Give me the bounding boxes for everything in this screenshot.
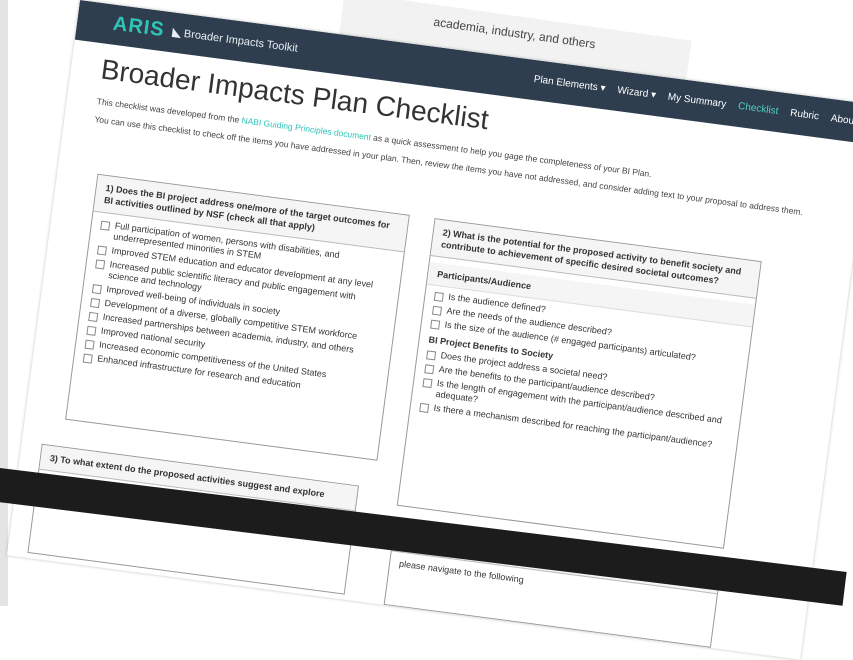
checkbox[interactable]	[100, 220, 111, 231]
checkbox[interactable]	[431, 305, 443, 316]
checkbox[interactable]	[84, 339, 95, 350]
checkbox[interactable]	[422, 378, 433, 389]
checkbox[interactable]	[96, 245, 108, 256]
checkbox[interactable]	[433, 291, 444, 302]
card-societal-benefit: 2) What is the potential for the propose…	[396, 218, 762, 549]
nav-plan-elements[interactable]: Plan Elements ▾	[533, 74, 606, 94]
checkbox[interactable]	[430, 319, 441, 330]
checkbox[interactable]	[91, 284, 102, 295]
checkbox[interactable]	[88, 311, 99, 322]
toolkit-label: Broader Impacts Toolkit	[183, 27, 299, 55]
toolkit-home-link[interactable]: ◣Broader Impacts Toolkit	[172, 25, 299, 54]
fragment-text: academia, industry, and others	[432, 14, 597, 52]
checkbox[interactable]	[424, 364, 435, 375]
nav-links: Plan Elements ▾ Wizard ▾ My Summary Chec…	[533, 74, 853, 127]
nav-my-summary[interactable]: My Summary	[667, 92, 727, 111]
nav-wizard[interactable]: Wizard ▾	[617, 85, 657, 101]
checkbox[interactable]	[90, 298, 101, 309]
checkbox[interactable]	[86, 325, 97, 336]
nav-checklist[interactable]: Checklist	[737, 101, 779, 117]
checkbox[interactable]	[419, 402, 430, 413]
nav-rubric[interactable]: Rubric	[790, 108, 820, 123]
checkbox[interactable]	[426, 350, 437, 361]
card-target-outcomes: 1) Does the BI project address one/more …	[65, 173, 410, 461]
toolkit-mark-icon: ◣	[171, 26, 182, 40]
nav-about[interactable]: About	[830, 113, 853, 127]
aris-logo[interactable]: ARIS	[112, 13, 166, 43]
checkbox[interactable]	[82, 353, 93, 364]
checkbox[interactable]	[95, 259, 106, 270]
left-edge-strip	[0, 0, 8, 606]
